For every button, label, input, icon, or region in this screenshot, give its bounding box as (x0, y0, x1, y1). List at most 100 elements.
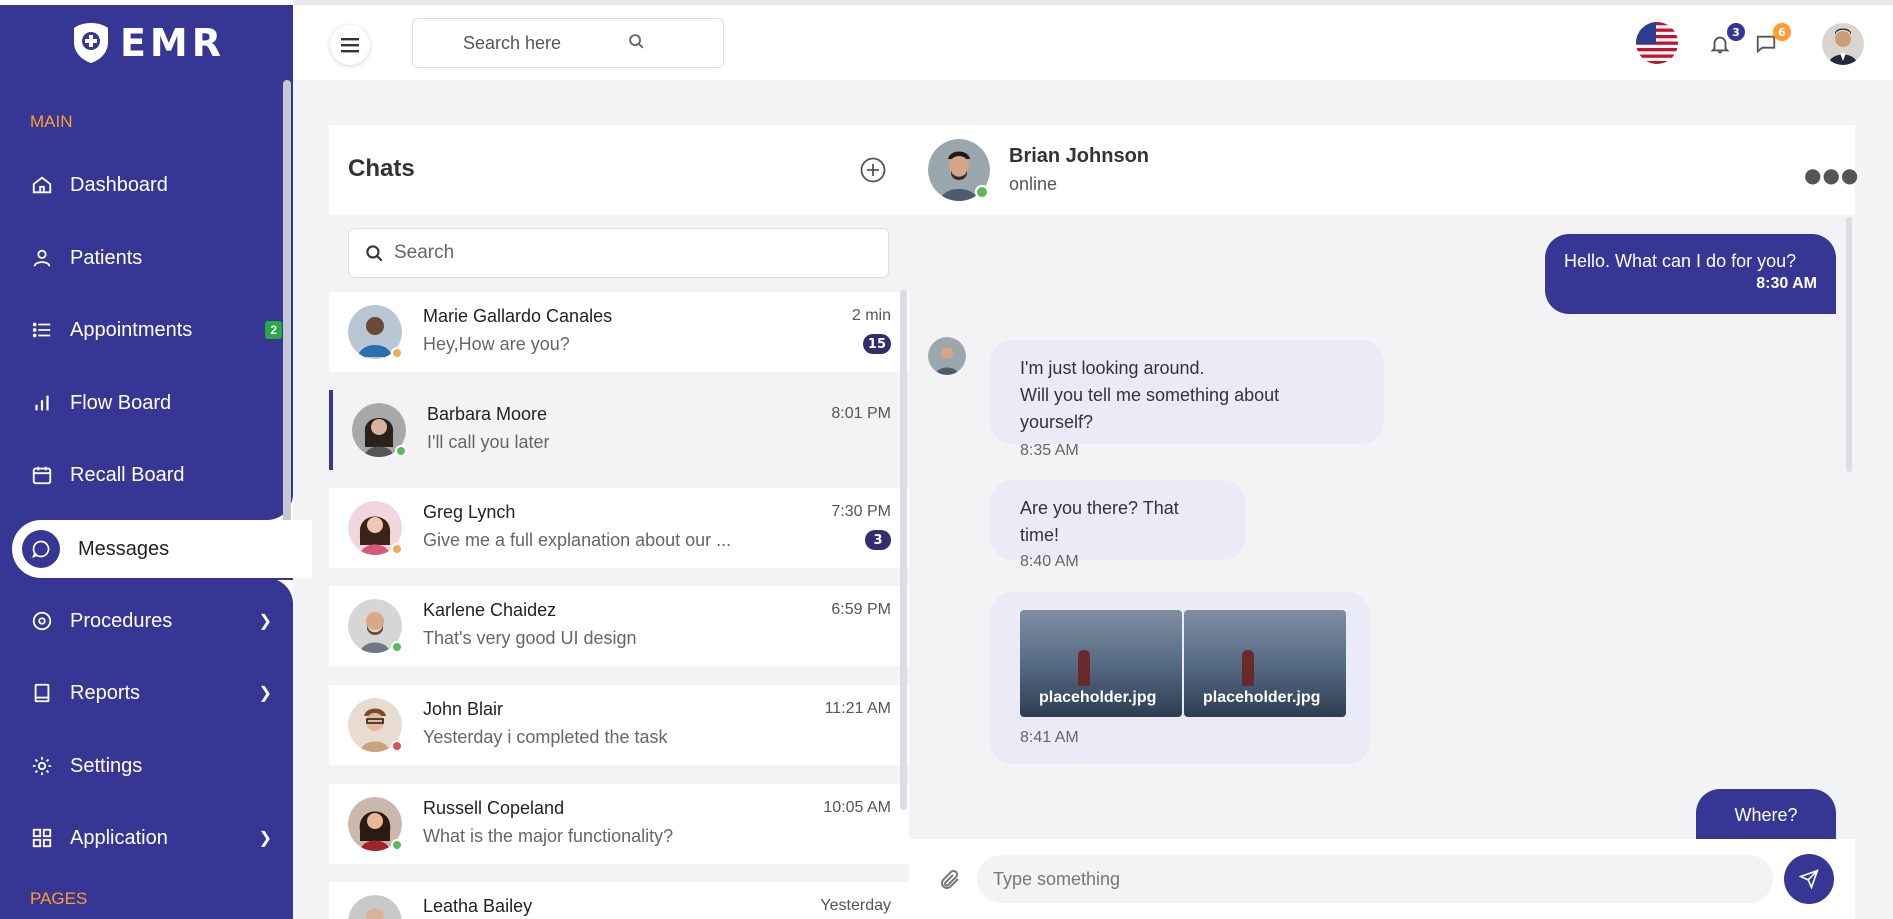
message-text: Are you there? That time! (1020, 498, 1179, 545)
list-icon (30, 318, 54, 342)
message-text: Where? (1734, 805, 1798, 825)
messages-badge: 6 (1773, 23, 1791, 41)
chat-bubble-icon (22, 530, 60, 568)
chevron-right-icon: ❯ (258, 685, 272, 702)
chevron-right-icon: ❯ (258, 613, 272, 630)
sidebar-item-messages[interactable]: Messages (12, 520, 312, 578)
header-search-input[interactable]: Search here (412, 18, 724, 68)
contact-name: Brian Johnson (1009, 145, 1150, 167)
menu-toggle-button[interactable] (330, 25, 370, 65)
paperclip-icon[interactable] (938, 867, 962, 893)
appointments-badge: 2 (265, 321, 282, 339)
sidebar-item-label: Messages (78, 537, 170, 560)
search-icon (366, 245, 383, 262)
contact-status-text: online (1009, 174, 1058, 194)
conversation-time: 8:01 PM (831, 405, 891, 422)
conversation-name: Karlene Chaidez (423, 600, 557, 620)
gear-icon (30, 754, 54, 778)
conversation-preview: What is the major functionality? (423, 826, 674, 846)
us-flag-icon (1636, 22, 1678, 64)
add-chat-icon[interactable] (860, 157, 886, 183)
conversation-time: Yesterday (820, 897, 891, 914)
sidebar-item-appointments[interactable]: Appointments 2 (30, 310, 282, 350)
chat-search-placeholder: Search (394, 242, 455, 263)
conversation-item-active[interactable]: Barbara Moore I'll call you later 8:01 P… (329, 390, 909, 470)
notifications-button[interactable]: 3 (1709, 23, 1745, 57)
conversation-preview: Hey,How are you? (423, 334, 570, 354)
sidebar-item-recall-board[interactable]: Recall Board (30, 455, 282, 495)
sidebar-item-flow-board[interactable]: Flow Board (30, 383, 282, 423)
shield-logo-icon (73, 22, 108, 63)
message-bubble-attachments: placeholder.jpg placeholder.jpg 8:41 AM (990, 592, 1370, 764)
sidebar-scrollbar[interactable] (283, 80, 291, 560)
conversation-item[interactable]: Karlene Chaidez That's very good UI desi… (329, 586, 909, 666)
conversation-time: 7:30 PM (831, 503, 891, 520)
sidebar-item-label: Appointments (70, 318, 193, 341)
conversation-scrollbar[interactable] (1846, 217, 1852, 472)
brand-logo[interactable]: EMR (68, 20, 225, 66)
contact-status-indicator (975, 185, 989, 199)
image-attachment[interactable]: placeholder.jpg (1020, 610, 1182, 717)
send-icon (1799, 869, 1819, 889)
nav-section-pages: PAGES (30, 889, 88, 908)
conversation-preview: Give me a full explanation about our ... (423, 530, 732, 550)
avatar (1822, 23, 1864, 65)
attachment-filename: placeholder.jpg (1039, 689, 1157, 706)
brand-name: EMR (119, 20, 226, 65)
message-bubble-outgoing: Where? (1696, 789, 1836, 839)
chat-list-title: Chats (348, 155, 415, 182)
calendar-icon (30, 463, 54, 487)
message-text: Will you tell me something about yoursel… (1020, 385, 1280, 432)
notifications-badge: 3 (1727, 23, 1745, 41)
sidebar-item-label: Flow Board (70, 391, 172, 414)
avatar (348, 895, 402, 919)
send-button[interactable] (1784, 854, 1834, 904)
attachment-filename: placeholder.jpg (1203, 689, 1321, 706)
chat-list-header: Chats (329, 125, 909, 215)
conversation-item[interactable]: Greg Lynch Give me a full explanation ab… (329, 488, 909, 568)
status-indicator (395, 445, 407, 457)
hamburger-icon (341, 38, 359, 53)
conversation-item[interactable]: Russell Copeland What is the major funct… (329, 784, 909, 864)
sidebar: EMR MAIN Dashboard Patients Appointments… (0, 0, 312, 919)
conversation-header: Brian Johnson online ●●● (909, 125, 1858, 215)
conversation-name: John Blair (423, 699, 504, 719)
messages-button[interactable]: 6 (1755, 23, 1791, 57)
sidebar-item-label: Dashboard (70, 173, 168, 196)
conversation-name: Greg Lynch (423, 502, 516, 522)
more-options-icon[interactable]: ●●● (1804, 163, 1859, 187)
status-indicator (391, 543, 403, 555)
target-icon (30, 609, 54, 633)
message-text: Hello. What can I do for you? (1564, 251, 1797, 271)
sidebar-item-reports[interactable]: Reports ❯ (30, 673, 282, 713)
message-composer: Type something (909, 839, 1855, 919)
status-indicator (391, 347, 403, 359)
unread-badge: 15 (862, 334, 891, 354)
conversation-item[interactable]: John Blair Yesterday i completed the tas… (329, 685, 909, 765)
sidebar-item-procedures[interactable]: Procedures ❯ (30, 601, 282, 641)
chat-list-scrollbar[interactable] (900, 290, 907, 810)
conversation-preview: That's very good UI design (423, 628, 637, 648)
sidebar-item-patients[interactable]: Patients (30, 238, 282, 278)
message-input-placeholder: Type something (993, 868, 1121, 889)
home-icon (30, 173, 54, 197)
conversation-time: 6:59 PM (831, 601, 891, 618)
conversation-time: 11:21 AM (824, 700, 891, 717)
language-flag-button[interactable] (1636, 22, 1678, 64)
chat-search-input[interactable]: Search (348, 228, 889, 278)
conversation-name: Barbara Moore (427, 404, 548, 424)
message-time: 8:41 AM (1020, 729, 1079, 746)
conversation-item[interactable]: Leatha Bailey Yesterday (329, 882, 909, 919)
conversation-time: 10:05 AM (823, 799, 891, 816)
sidebar-item-settings[interactable]: Settings (30, 746, 282, 786)
conversation-name: Russell Copeland (423, 798, 565, 818)
message-input[interactable]: Type something (977, 855, 1773, 903)
conversation-item[interactable]: Marie Gallardo Canales Hey,How are you? … (329, 292, 909, 372)
search-icon[interactable] (628, 33, 645, 50)
image-attachment[interactable]: placeholder.jpg (1184, 610, 1346, 717)
sidebar-item-application[interactable]: Application ❯ (30, 818, 282, 858)
user-avatar-button[interactable] (1822, 23, 1864, 65)
chat-list-panel: Chats Search Marie Gallardo Canales Hey,… (329, 125, 909, 919)
sidebar-item-dashboard[interactable]: Dashboard (30, 165, 282, 205)
message-time: 8:40 AM (1020, 553, 1079, 570)
